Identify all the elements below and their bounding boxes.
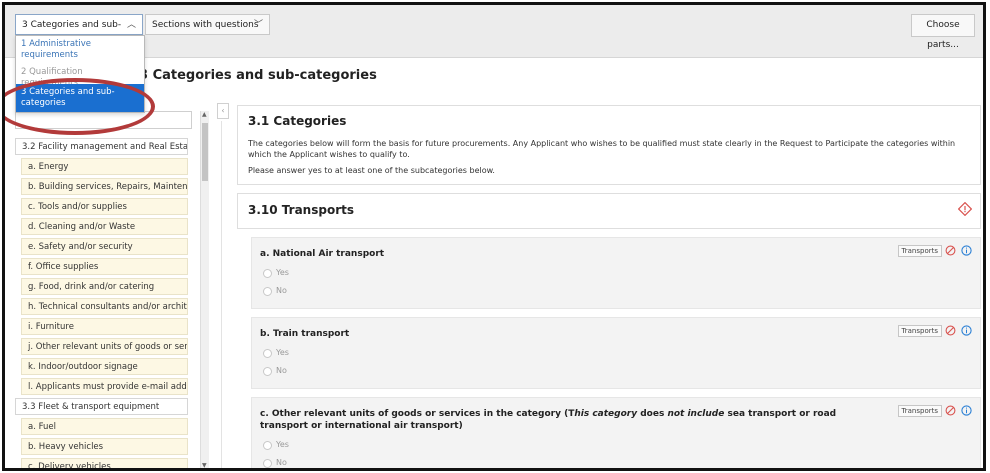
- tag-badge: Transports: [897, 245, 942, 257]
- chevron-up-icon: ︿: [126, 20, 136, 30]
- scroll-down-icon[interactable]: ▼: [202, 462, 207, 468]
- section-title: 3.10 Transports: [248, 203, 354, 217]
- section-instruction: Please answer yes to at least one of the…: [248, 166, 495, 175]
- not-applicable-icon[interactable]: [945, 245, 956, 256]
- tree-item[interactable]: a. Fuel: [21, 418, 188, 435]
- question-title: c. Other relevant units of goods or serv…: [260, 408, 860, 432]
- section-title: 3.1 Categories: [248, 114, 347, 128]
- category-tree: 3.2 Facility management and Real Estate …: [15, 111, 210, 468]
- menu-item-administrative[interactable]: 1 Administrative requirements: [16, 36, 144, 64]
- radio-yes[interactable]: Yes: [260, 268, 972, 278]
- tree-item[interactable]: c. Tools and/or supplies: [21, 198, 188, 215]
- not-applicable-icon[interactable]: [945, 405, 956, 416]
- menu-item-qualification[interactable]: 2 Qualification requirements: [16, 64, 144, 84]
- tree-item[interactable]: c. Delivery vehicles: [21, 458, 188, 468]
- radio-no[interactable]: No: [260, 458, 972, 468]
- tree-group-fleet[interactable]: 3.3 Fleet & transport equipment: [15, 398, 188, 415]
- question-train: b. Train transport Yes No Transports: [251, 317, 981, 389]
- toolbar: 3 Categories and sub-ca... ︿ Sections wi…: [5, 5, 983, 58]
- section-select[interactable]: 3 Categories and sub-ca... ︿: [15, 14, 143, 50]
- scroll-up-icon[interactable]: ▲: [202, 111, 207, 118]
- categories-section: 3.1 Categories The categories below will…: [237, 105, 981, 185]
- tree-item[interactable]: l. Applicants must provide e-mail addres…: [21, 378, 188, 395]
- tree-item[interactable]: g. Food, drink and/or catering: [21, 278, 188, 295]
- tree-item[interactable]: d. Cleaning and/or Waste: [21, 218, 188, 235]
- tree-item[interactable]: j. Other relevant units of goods or serv…: [21, 338, 188, 355]
- tree-filter-input[interactable]: [15, 111, 192, 129]
- question-title: b. Train transport: [260, 329, 350, 339]
- info-icon[interactable]: [961, 325, 972, 336]
- question-national-air: a. National Air transport Yes No Transpo…: [251, 237, 981, 309]
- tree-item[interactable]: a. Energy: [21, 158, 188, 175]
- info-icon[interactable]: [961, 405, 972, 416]
- radio-yes[interactable]: Yes: [260, 440, 972, 450]
- tag-badge: Transports: [897, 325, 942, 337]
- question-title: a. National Air transport: [260, 249, 385, 259]
- app-window: 3 Categories and sub-ca... ︿ Sections wi…: [2, 2, 986, 471]
- section-description: The categories below will form the basis…: [248, 139, 956, 159]
- question-title-italic: his category: [574, 409, 638, 419]
- view-select-value: Sections with questions: [152, 20, 259, 30]
- radio-no[interactable]: No: [260, 366, 972, 376]
- not-applicable-icon[interactable]: [945, 325, 956, 336]
- choose-parts-button[interactable]: Choose parts...: [911, 14, 975, 50]
- tree-item[interactable]: f. Office supplies: [21, 258, 188, 275]
- radio-yes[interactable]: Yes: [260, 348, 972, 358]
- collapse-panel-button[interactable]: ‹: [217, 103, 229, 119]
- question-other-units: c. Other relevant units of goods or serv…: [251, 397, 981, 468]
- page-title: 3 Categories and sub-categories: [139, 68, 377, 83]
- view-select[interactable]: Sections with questions ﹀: [145, 14, 270, 35]
- tree-item[interactable]: h. Technical consultants and/or architec…: [21, 298, 188, 315]
- tree-item[interactable]: b. Building services, Repairs, Maintenan…: [21, 178, 188, 195]
- tag-badge: Transports: [897, 405, 942, 417]
- tree-item[interactable]: k. Indoor/outdoor signage: [21, 358, 188, 375]
- section-dropdown-menu: 1 Administrative requirements 2 Qualific…: [15, 35, 145, 113]
- question-title-part: does: [637, 409, 668, 419]
- warning-icon: [958, 202, 972, 216]
- menu-item-categories[interactable]: 3 Categories and sub-categories: [16, 84, 144, 112]
- tree-item[interactable]: i. Furniture: [21, 318, 188, 335]
- chevron-down-icon: ﹀: [253, 20, 263, 30]
- question-title-part: c. Other relevant units of goods or serv…: [260, 409, 575, 419]
- transports-section: 3.10 Transports: [237, 193, 981, 229]
- tree-scrollbar[interactable]: ▲ ▼: [200, 111, 209, 468]
- panel-divider[interactable]: [221, 121, 222, 468]
- info-icon[interactable]: [961, 245, 972, 256]
- tree-item[interactable]: e. Safety and/or security: [21, 238, 188, 255]
- scrollbar-thumb[interactable]: [202, 123, 208, 181]
- question-title-italic: not include: [667, 409, 725, 419]
- tree-group-facility[interactable]: 3.2 Facility management and Real Estate: [15, 138, 188, 155]
- tree-item[interactable]: b. Heavy vehicles: [21, 438, 188, 455]
- radio-no[interactable]: No: [260, 286, 972, 296]
